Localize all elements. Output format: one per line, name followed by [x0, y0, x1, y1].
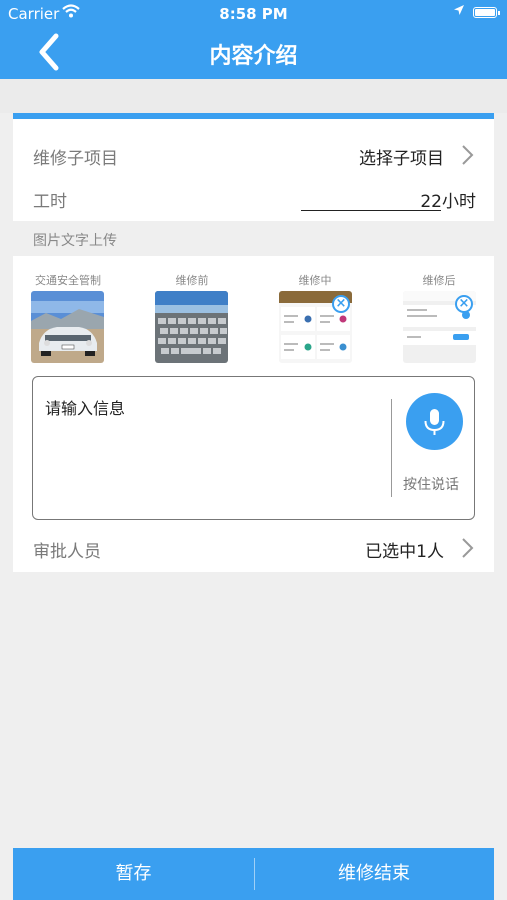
- approver-label: 审批人员: [33, 542, 101, 562]
- battery-icon: [473, 7, 497, 18]
- accent-line: [13, 113, 494, 119]
- clock: 8:58 PM: [219, 5, 288, 23]
- message-input[interactable]: 请输入信息 按住说话: [32, 376, 475, 520]
- header-spacer: [0, 79, 507, 113]
- textbox-divider: [391, 399, 392, 497]
- car-photo-thumbnail[interactable]: [31, 291, 104, 363]
- finish-repair-button[interactable]: 维修结束: [254, 848, 494, 900]
- image-label-after: 维修后: [422, 274, 456, 287]
- top-bar: Carrier 8:58 PM 内容介绍: [0, 0, 507, 79]
- sub-item-label: 维修子项目: [33, 149, 118, 169]
- save-draft-button[interactable]: 暂存: [13, 848, 254, 900]
- battery-tip: [498, 11, 500, 15]
- sub-item-value[interactable]: 选择子项目: [359, 144, 444, 169]
- status-bar: Carrier 8:58 PM: [0, 0, 507, 28]
- upload-header-label: 图片文字上传: [33, 233, 117, 249]
- hours-underline: [301, 210, 441, 211]
- remove-image-icon[interactable]: ×: [332, 295, 350, 313]
- approver-value[interactable]: 已选中1人: [365, 537, 444, 562]
- nav-bar: 内容介绍: [0, 28, 507, 79]
- message-placeholder: 请输入信息: [45, 399, 126, 418]
- hours-row: 工时 22小时: [13, 179, 494, 221]
- image-label-before: 维修前: [175, 274, 209, 287]
- chevron-right-icon[interactable]: [460, 143, 476, 167]
- bottom-action-bar: 暂存 维修结束: [13, 848, 494, 900]
- page-title: 内容介绍: [209, 44, 298, 69]
- voice-label: 按住说话: [403, 477, 459, 493]
- hours-field[interactable]: 22小时: [420, 187, 476, 212]
- upload-section-header: 图片文字上传: [13, 221, 494, 256]
- form-card: 维修子项目 选择子项目 工时 22小时 图片文字上传 交通安全管制 维修前 维修…: [13, 113, 494, 572]
- approver-row[interactable]: 审批人员 已选中1人: [13, 529, 494, 571]
- keyboard-photo-thumbnail[interactable]: [155, 291, 228, 363]
- voice-button[interactable]: [406, 393, 463, 450]
- remove-image-icon[interactable]: ×: [455, 295, 473, 313]
- image-label-during: 维修中: [298, 274, 332, 287]
- location-arrow-icon: [454, 5, 464, 15]
- hours-label: 工时: [33, 192, 67, 212]
- sub-item-row[interactable]: 维修子项目 选择子项目: [13, 131, 494, 181]
- microphone-icon: [424, 409, 445, 435]
- image-label-traffic: 交通安全管制: [35, 274, 101, 287]
- chevron-right-icon[interactable]: [460, 536, 476, 560]
